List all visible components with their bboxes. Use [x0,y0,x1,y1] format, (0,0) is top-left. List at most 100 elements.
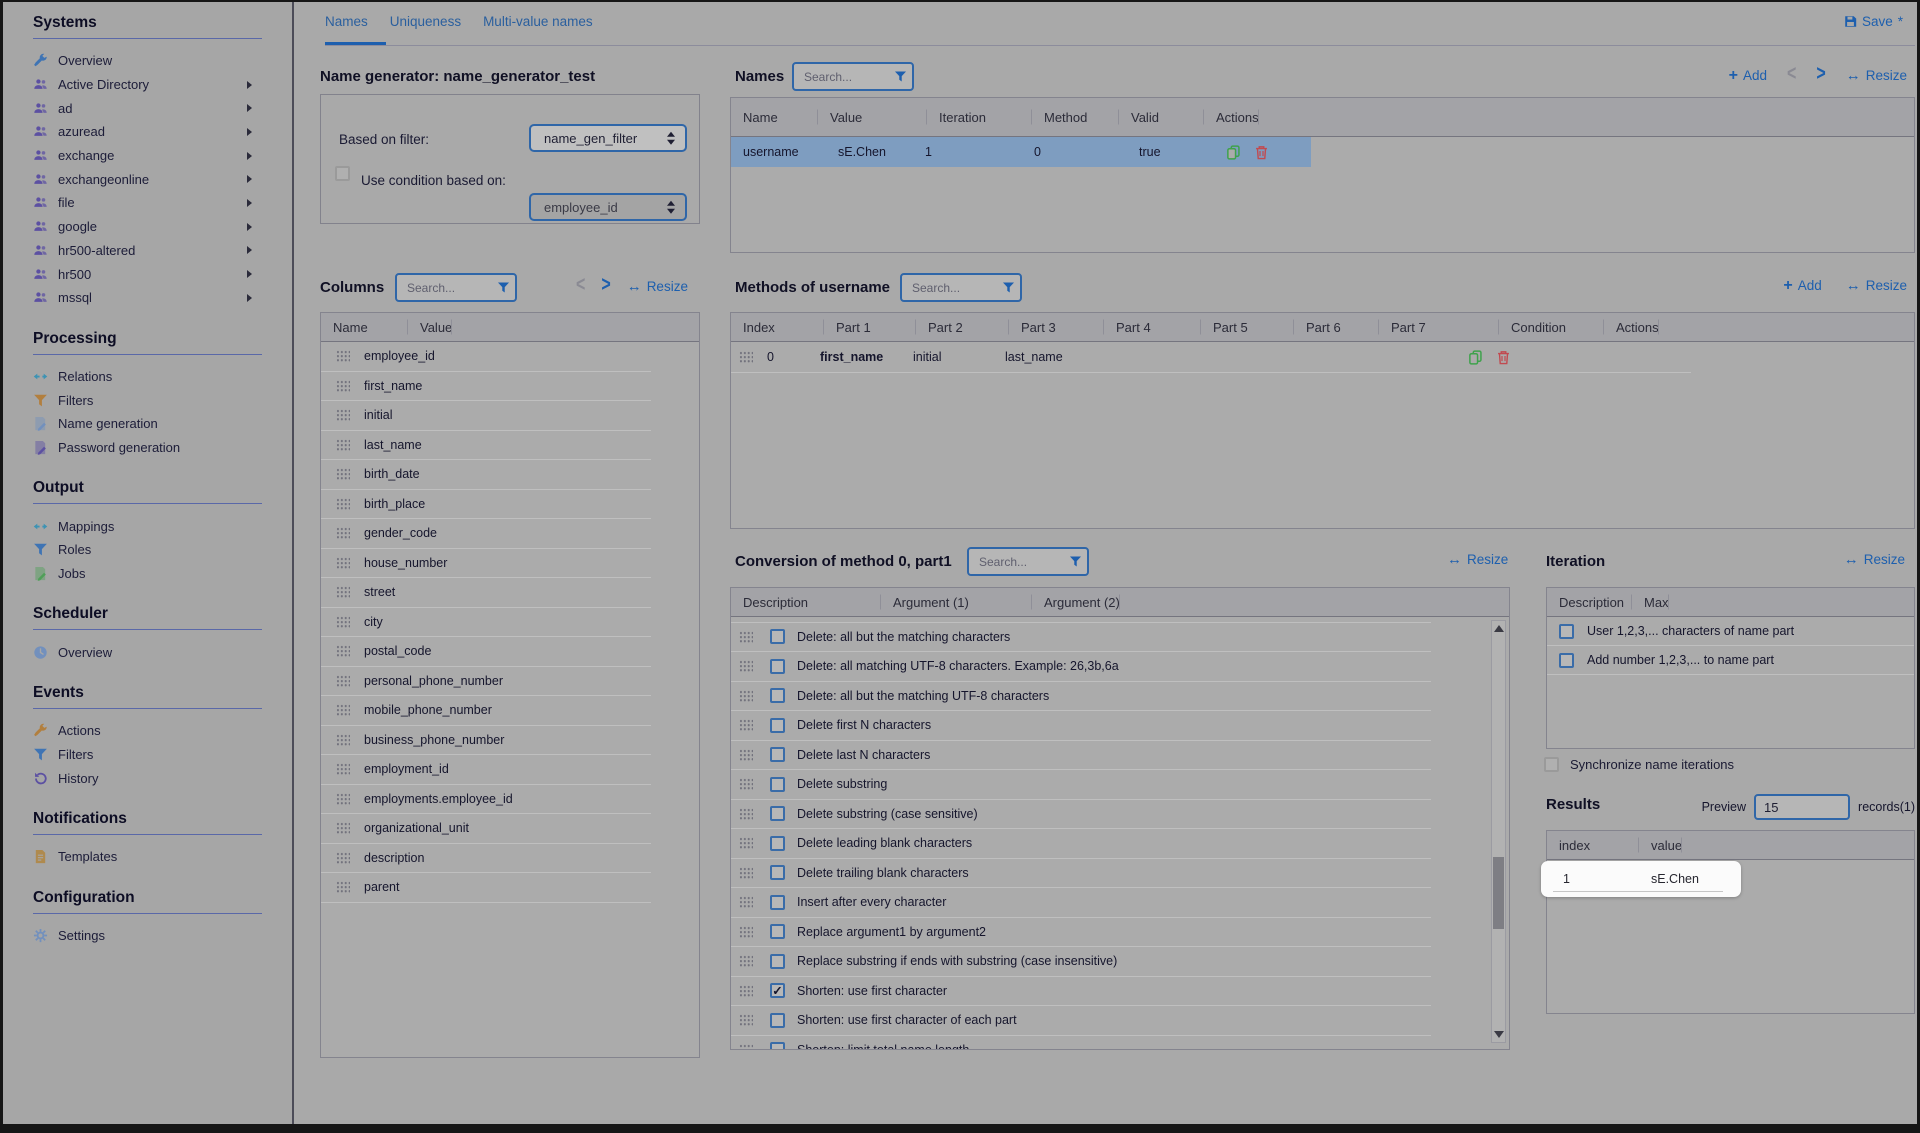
tab-uniqueness[interactable]: Uniqueness [390,14,461,29]
conversion-rule-row[interactable]: Delete first N characters [731,711,1431,741]
column-list-item[interactable]: street [321,578,651,608]
drag-handle-icon[interactable] [739,1014,753,1026]
save-button[interactable]: Save * [1844,14,1903,29]
drag-handle-icon[interactable] [336,704,350,716]
sidebar-item[interactable]: exchange [3,144,292,168]
rule-checkbox[interactable] [770,777,785,792]
column-list-item[interactable]: gender_code [321,519,651,549]
columns-next-button[interactable]: > [601,274,610,297]
sidebar-item[interactable]: hr500 [3,262,292,286]
filter-funnel-icon[interactable] [497,281,510,294]
drag-handle-icon[interactable] [336,527,350,539]
rule-checkbox[interactable] [770,806,785,821]
sidebar-item[interactable]: Name generation [3,412,292,436]
method-row[interactable]: 0 first_name initial last_name [731,342,1691,373]
condition-select[interactable]: employee_id [529,193,687,221]
filter-select[interactable]: name_gen_filter [529,124,687,152]
drag-handle-icon[interactable] [739,719,753,731]
drag-handle-icon[interactable] [336,734,350,746]
sidebar-item[interactable]: Overview [3,49,292,73]
sidebar-item[interactable]: Actions [3,719,292,743]
names-next-button[interactable]: > [1816,63,1825,86]
names-row-username[interactable]: username sE.Chen 1 0 true [731,137,1311,167]
sidebar-item[interactable]: History [3,766,292,790]
drag-handle-icon[interactable] [336,380,350,392]
conversion-rule-row[interactable]: Shorten: limit total name length [731,1036,1431,1050]
conversion-rule-row[interactable]: Shorten: use first character of each par… [731,1006,1431,1036]
column-list-item[interactable]: description [321,844,651,874]
column-header[interactable]: index [1547,838,1639,853]
column-header[interactable]: Part 3 [1009,320,1104,335]
column-header[interactable]: Description [1547,595,1632,610]
rule-checkbox[interactable] [770,629,785,644]
conversion-rule-row[interactable]: Delete: all matching UTF-8 characters. E… [731,652,1431,682]
conversion-rule-row[interactable]: Delete substring (case sensitive) [731,800,1431,830]
iteration-checkbox[interactable] [1559,653,1574,668]
rule-checkbox[interactable] [770,688,785,703]
column-list-item[interactable]: mobile_phone_number [321,696,651,726]
column-list-item[interactable]: organizational_unit [321,814,651,844]
conversion-rule-row[interactable]: Delete leading blank characters [731,829,1431,859]
rule-checkbox[interactable] [770,836,785,851]
drag-handle-icon[interactable] [739,351,753,363]
sidebar-item[interactable]: hr500-altered [3,239,292,263]
drag-handle-icon[interactable] [739,690,753,702]
column-header[interactable]: Condition [1499,320,1604,335]
conversion-rule-row[interactable]: Delete: all but the matching characters [731,623,1431,653]
sidebar-item[interactable]: Mappings [3,514,292,538]
drag-handle-icon[interactable] [336,468,350,480]
drag-handle-icon[interactable] [336,763,350,775]
column-header[interactable]: Name [731,110,818,125]
drag-handle-icon[interactable] [739,985,753,997]
column-header[interactable]: Part 7 [1379,320,1499,335]
column-header[interactable]: value [1639,838,1682,853]
column-header[interactable]: Part 4 [1104,320,1201,335]
conversion-search-input[interactable] [977,554,1053,570]
sidebar-item[interactable]: Filters [3,743,292,767]
names-search-input[interactable] [802,69,878,85]
drag-handle-icon[interactable] [739,660,753,672]
filter-funnel-icon[interactable] [1002,281,1015,294]
column-header[interactable]: Value [818,110,927,125]
drag-handle-icon[interactable] [336,439,350,451]
drag-handle-icon[interactable] [739,808,753,820]
methods-search-input[interactable] [910,280,986,296]
column-list-item[interactable]: employment_id [321,755,651,785]
drag-handle-icon[interactable] [336,793,350,805]
conversion-rule-row[interactable]: Delete: all but the matching UTF-8 chara… [731,682,1431,712]
drag-handle-icon[interactable] [739,631,753,643]
conversion-rule-row[interactable]: Insert after every character [731,888,1431,918]
filter-funnel-icon[interactable] [894,70,907,83]
column-header[interactable]: Max [1632,595,1669,610]
drag-handle-icon[interactable] [739,896,753,908]
rule-checkbox[interactable] [770,895,785,910]
column-header[interactable]: Part 5 [1201,320,1294,335]
drag-handle-icon[interactable] [336,557,350,569]
column-header[interactable]: Description [731,595,881,610]
sidebar-item[interactable]: google [3,215,292,239]
use-condition-checkbox[interactable] [335,166,350,181]
duplicate-icon[interactable] [1468,350,1483,365]
scrollbar-thumb[interactable] [1493,857,1504,929]
methods-add-button[interactable]: +Add [1783,278,1821,293]
conversion-rule-row[interactable]: Delete trailing blank characters [731,859,1431,889]
highlighted-result-row[interactable]: 1 sE.Chen [1541,861,1741,897]
conversion-rule-row[interactable]: Replace argument1 by argument2 [731,918,1431,948]
names-resize-button[interactable]: ↔Resize [1846,67,1907,84]
iteration-resize-button[interactable]: ↔Resize [1844,551,1905,568]
scroll-down-icon[interactable] [1494,1031,1504,1038]
sidebar-item[interactable]: ad [3,96,292,120]
drag-handle-icon[interactable] [336,675,350,687]
rule-checkbox[interactable] [770,865,785,880]
drag-handle-icon[interactable] [739,1044,753,1049]
methods-resize-button[interactable]: ↔Resize [1846,277,1907,294]
delete-icon[interactable] [1254,145,1269,160]
tab-multi-value-names[interactable]: Multi-value names [483,14,593,29]
column-list-item[interactable]: parent [321,873,651,903]
drag-handle-icon[interactable] [336,350,350,362]
drag-handle-icon[interactable] [336,852,350,864]
names-add-button[interactable]: +Add [1729,68,1767,83]
sidebar-item[interactable]: exchangeonline [3,167,292,191]
drag-handle-icon[interactable] [739,749,753,761]
column-list-item[interactable]: house_number [321,549,651,579]
